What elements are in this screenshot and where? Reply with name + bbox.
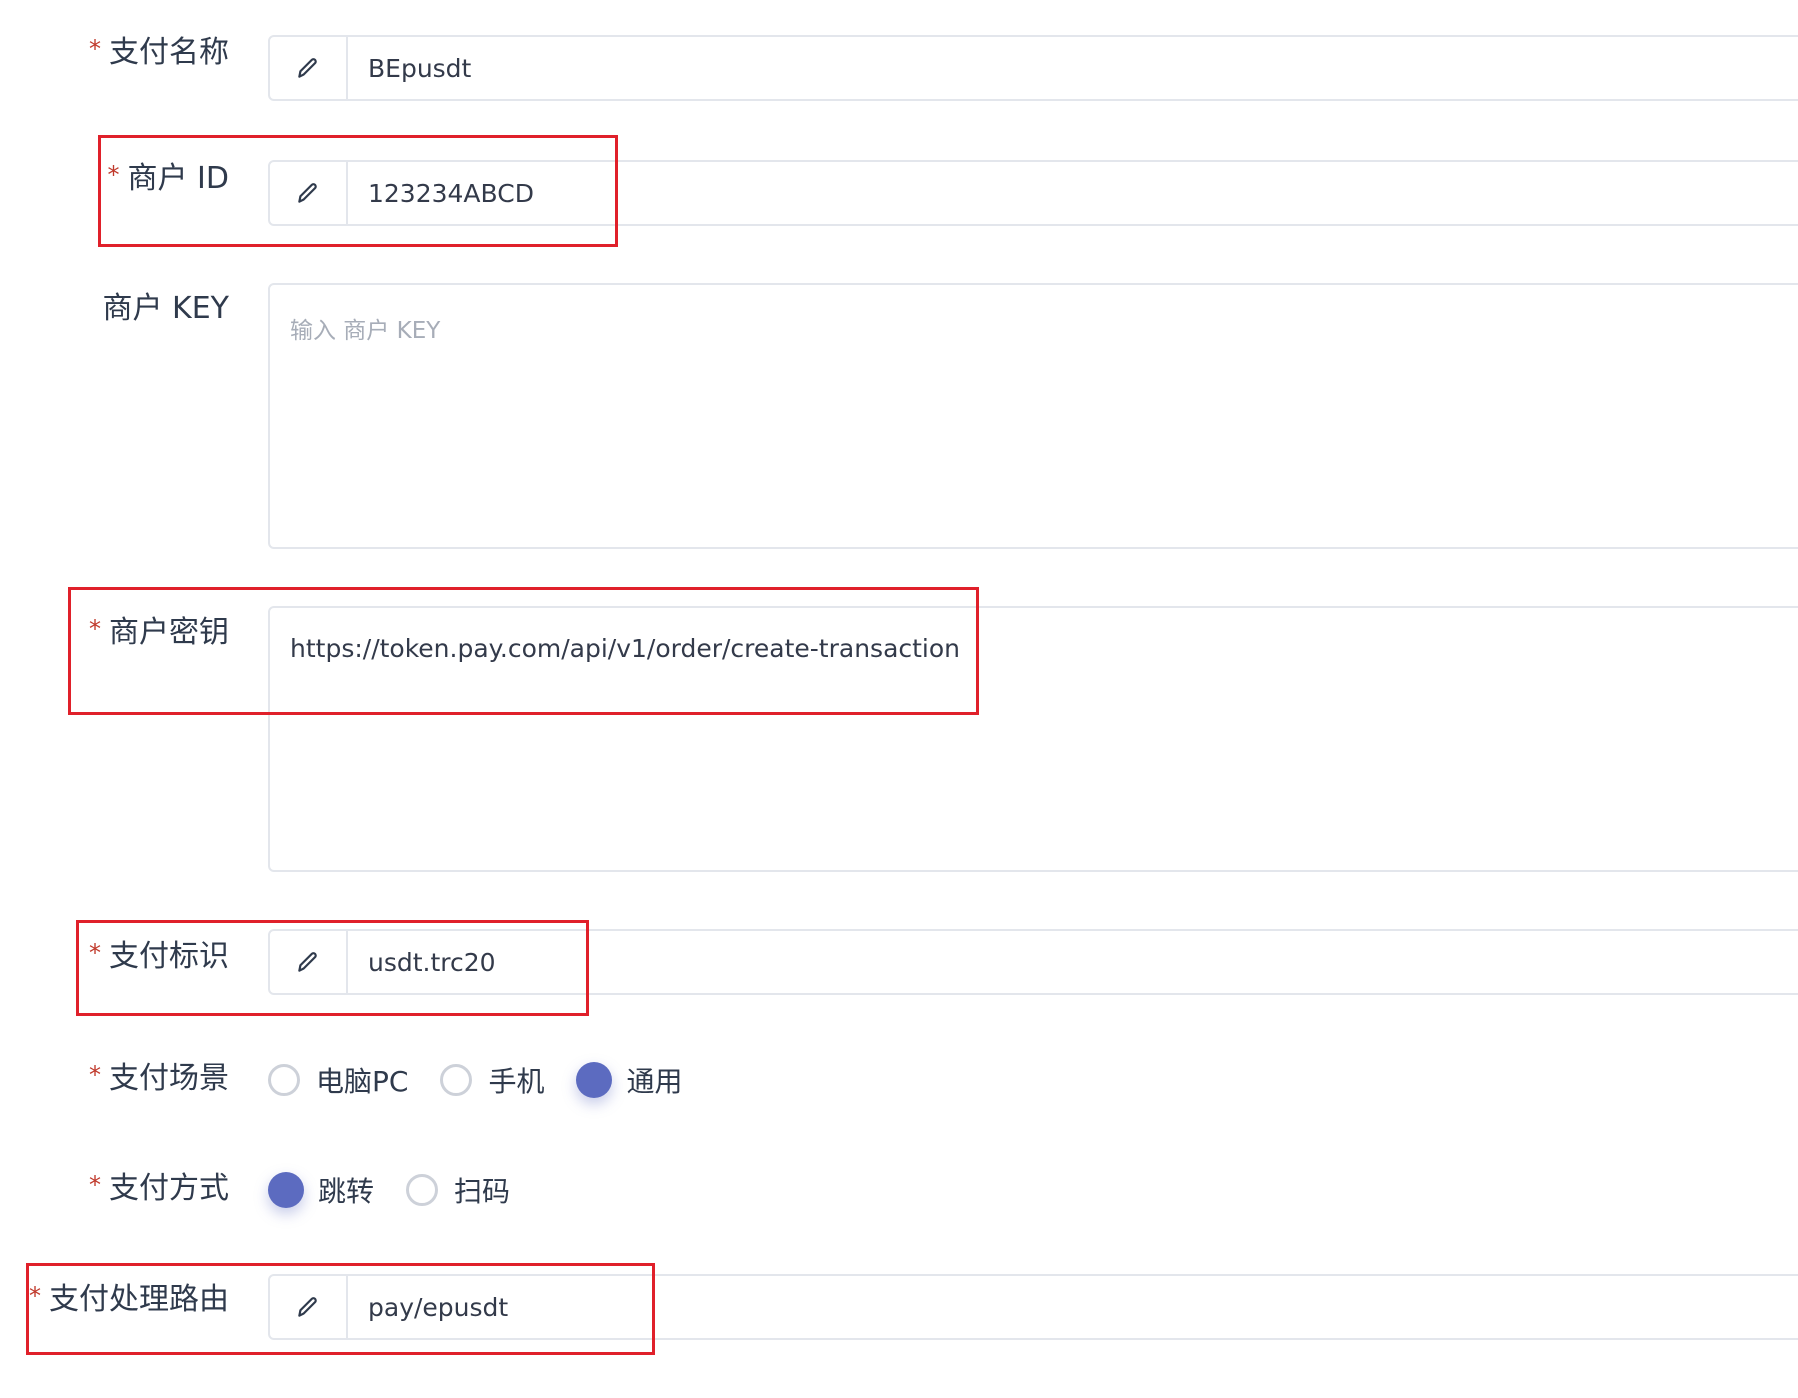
pay-method-label: * 支付方式 <box>89 1171 229 1206</box>
pay-name-label: * 支付名称 <box>89 35 229 70</box>
radio-unchecked-icon <box>440 1064 473 1096</box>
required-mark: * <box>89 1171 101 1199</box>
merchant-id-input-group[interactable]: 123234ABCD <box>268 160 1798 226</box>
radio-unchecked-icon <box>268 1064 300 1096</box>
pay-scene-option-pc[interactable]: 电脑PC <box>268 1060 408 1100</box>
radio-checked-icon <box>576 1062 613 1098</box>
pencil-edit-icon <box>270 37 348 99</box>
pay-route-input-group[interactable]: pay/epusdt <box>268 1274 1798 1340</box>
pay-identifier-label: * 支付标识 <box>89 939 229 974</box>
pay-identifier-input-group[interactable]: usdt.trc20 <box>268 929 1798 995</box>
radio-unchecked-icon <box>406 1174 439 1206</box>
pay-name-input-group[interactable]: BEpusdt <box>268 35 1798 101</box>
pay-route-label: * 支付处理路由 <box>29 1282 229 1317</box>
pay-identifier-field[interactable]: usdt.trc20 <box>348 931 1798 993</box>
pay-method-option-scan[interactable]: 扫码 <box>406 1170 510 1210</box>
radio-checked-icon <box>268 1172 304 1208</box>
pencil-edit-icon <box>270 931 348 993</box>
required-mark: * <box>89 615 101 643</box>
merchant-key-placeholder: 输入 商户 KEY <box>290 318 441 344</box>
merchant-key-label: 商户 KEY <box>102 291 230 326</box>
merchant-id-field[interactable]: 123234ABCD <box>348 162 1798 224</box>
merchant-key-textarea[interactable]: 输入 商户 KEY <box>268 283 1798 549</box>
merchant-id-label: * 商户 ID <box>107 161 229 196</box>
pencil-edit-icon <box>270 1276 348 1338</box>
merchant-secret-value: https://token.pay.com/api/v1/order/creat… <box>290 634 961 663</box>
pencil-edit-icon <box>270 162 348 224</box>
pay-route-field[interactable]: pay/epusdt <box>348 1276 1798 1338</box>
pay-method-option-redirect[interactable]: 跳转 <box>268 1170 374 1210</box>
pay-name-field[interactable]: BEpusdt <box>348 37 1798 99</box>
pay-scene-radio-group: 电脑PC 手机 通用 <box>268 1060 714 1100</box>
pay-scene-label: * 支付场景 <box>89 1061 229 1096</box>
required-mark: * <box>89 939 101 967</box>
pay-scene-option-general[interactable]: 通用 <box>576 1060 682 1100</box>
merchant-secret-label: * 商户密钥 <box>89 615 229 650</box>
merchant-secret-textarea[interactable]: https://token.pay.com/api/v1/order/creat… <box>268 606 1798 872</box>
required-mark: * <box>89 35 101 63</box>
pay-method-radio-group: 跳转 扫码 <box>268 1170 542 1210</box>
required-mark: * <box>29 1282 41 1310</box>
pay-scene-option-mobile[interactable]: 手机 <box>440 1060 544 1100</box>
required-mark: * <box>107 161 120 189</box>
required-mark: * <box>89 1061 101 1089</box>
